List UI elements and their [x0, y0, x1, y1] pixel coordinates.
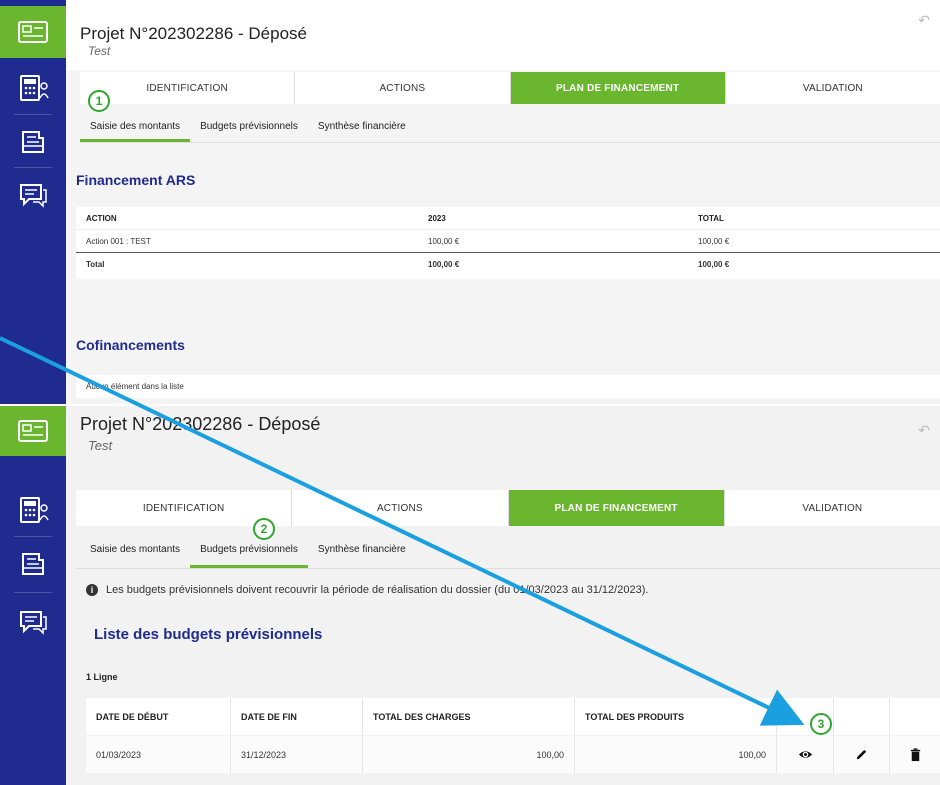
subtab-label: Synthèse financière — [317, 543, 406, 555]
total-label: Total — [86, 260, 105, 269]
panel-saisie-montants: Projet N°202302286 - Déposé Test ↶ IDENT… — [0, 0, 940, 408]
col-header-2023: 2023 — [428, 214, 446, 223]
col-header-date-debut: DATE DE DÉBUT — [86, 698, 231, 735]
folder-icon — [22, 553, 44, 575]
project-title: Projet N°202302286 - Déposé — [80, 414, 321, 434]
info-icon: i — [86, 584, 98, 596]
project-title: Projet N°202302286 - Déposé — [80, 24, 308, 43]
sidebar-item-messages[interactable] — [0, 169, 66, 221]
sidebar — [0, 0, 66, 408]
chat-icon — [20, 611, 47, 635]
total-2023: 100,00 € — [428, 260, 460, 269]
info-text: Les budgets prévisionnels doivent recouv… — [106, 584, 649, 596]
cell-total: 100,00 € — [698, 237, 730, 246]
sidebar-item-documents[interactable] — [0, 538, 66, 590]
calculator-user-icon — [20, 497, 49, 523]
table-total-row: Total 100,00 € 100,00 € — [76, 253, 940, 279]
step-badge-2: 2 — [253, 518, 275, 540]
sidebar-item-messages[interactable] — [0, 596, 66, 648]
sidebar-item-documents[interactable] — [0, 116, 66, 168]
cell-total-produits: 100,00 — [575, 736, 777, 773]
project-subtitle: Test — [88, 44, 111, 58]
cell-total-charges: 100,00 — [363, 736, 575, 773]
subtab-label: Saisie des montants — [90, 543, 181, 555]
tab-actions[interactable]: ACTIONS — [294, 72, 509, 104]
cell-date-debut: 01/03/2023 — [86, 736, 231, 773]
budgets-table: DATE DE DÉBUT DATE DE FIN TOTAL DES CHAR… — [86, 698, 940, 773]
chat-icon — [20, 184, 47, 208]
table-row: 01/03/2023 31/12/2023 100,00 100,00 — [86, 736, 940, 773]
tab-identification[interactable]: IDENTIFICATION — [80, 72, 294, 104]
section-title-liste-budgets: Liste des budgets prévisionnels — [94, 626, 323, 643]
view-button[interactable] — [777, 736, 834, 773]
subtab-synthese-financiere[interactable]: Synthèse financière — [308, 530, 416, 568]
col-header-date-fin: DATE DE FIN — [231, 698, 363, 735]
sub-tabs: Saisie des montants Budgets prévisionnel… — [80, 110, 416, 142]
col-header-total-charges: TOTAL DES CHARGES — [363, 698, 575, 735]
folder-icon — [22, 131, 44, 153]
tab-validation[interactable]: VALIDATION — [723, 490, 940, 526]
tab-actions[interactable]: ACTIONS — [291, 490, 507, 526]
main-tabs: IDENTIFICATION ACTIONS PLAN DE FINANCEME… — [76, 490, 940, 526]
id-card-icon — [18, 420, 48, 442]
subtab-label: Budgets prévisionnels — [200, 120, 298, 132]
subtab-label: Saisie des montants — [90, 120, 181, 132]
trash-icon — [910, 748, 920, 762]
table-header-row: ACTION 2023 TOTAL — [76, 207, 940, 230]
sidebar-item-budget[interactable] — [0, 484, 66, 536]
section-title-cofinancements: Cofinancements — [76, 337, 185, 353]
table-row: Action 001 : TEST 100,00 € 100,00 € — [76, 230, 940, 253]
project-subtitle: Test — [88, 438, 113, 453]
subtab-saisie-montants[interactable]: Saisie des montants — [80, 530, 190, 568]
col-header-action: ACTION — [86, 214, 117, 223]
undo-icon[interactable]: ↶ — [918, 422, 930, 439]
sidebar-item-dossier[interactable] — [0, 6, 66, 58]
tab-validation[interactable]: VALIDATION — [724, 72, 940, 104]
subtab-label: Synthèse financière — [317, 120, 406, 132]
main-tabs: IDENTIFICATION ACTIONS PLAN DE FINANCEME… — [80, 72, 940, 104]
subtab-budgets-previsionnels[interactable]: Budgets prévisionnels — [190, 110, 308, 142]
cell-action: Action 001 : TEST — [86, 237, 151, 246]
section-title-financement-ars: Financement ARS — [76, 172, 196, 188]
eye-icon — [798, 751, 812, 758]
project-header: Projet N°202302286 - Déposé Test ↶ — [66, 406, 940, 486]
info-message: i Les budgets prévisionnels doivent reco… — [86, 584, 648, 596]
empty-list-text: Aucun élément dans la liste — [86, 382, 184, 391]
edit-button[interactable] — [834, 736, 890, 773]
ars-table: ACTION 2023 TOTAL Action 001 : TEST 100,… — [76, 207, 940, 279]
subtab-budgets-previsionnels[interactable]: Budgets prévisionnels — [190, 530, 308, 568]
cell-date-fin: 31/12/2023 — [231, 736, 363, 773]
sidebar-item-budget[interactable] — [0, 62, 66, 114]
tab-plan-financement[interactable]: PLAN DE FINANCEMENT — [507, 490, 724, 526]
project-header: Projet N°202302286 - Déposé Test ↶ — [66, 0, 940, 70]
undo-icon[interactable]: ↶ — [918, 12, 930, 29]
subtab-synthese-financiere[interactable]: Synthèse financière — [308, 110, 416, 142]
col-header-total: TOTAL — [698, 214, 724, 223]
subtab-saisie-montants[interactable]: Saisie des montants — [80, 110, 191, 142]
sidebar-item-dossier[interactable] — [0, 406, 66, 456]
step-badge-1: 1 — [88, 90, 110, 112]
line-count: 1 Ligne — [86, 672, 118, 682]
empty-list: Aucun élément dans la liste — [76, 375, 940, 398]
cell-2023: 100,00 € — [428, 237, 460, 246]
sub-tabs: Saisie des montants Budgets prévisionnel… — [80, 530, 416, 568]
tab-plan-financement[interactable]: PLAN DE FINANCEMENT — [509, 72, 725, 104]
total-total: 100,00 € — [698, 260, 730, 269]
subtab-label: Budgets prévisionnels — [200, 543, 298, 555]
delete-button[interactable] — [890, 736, 940, 773]
id-card-icon — [18, 21, 48, 43]
step-badge-3: 3 — [810, 713, 832, 735]
col-header-total-produits: TOTAL DES PRODUITS — [575, 698, 777, 735]
calculator-user-icon — [20, 75, 49, 101]
sidebar — [0, 406, 66, 785]
pencil-icon — [856, 749, 867, 760]
